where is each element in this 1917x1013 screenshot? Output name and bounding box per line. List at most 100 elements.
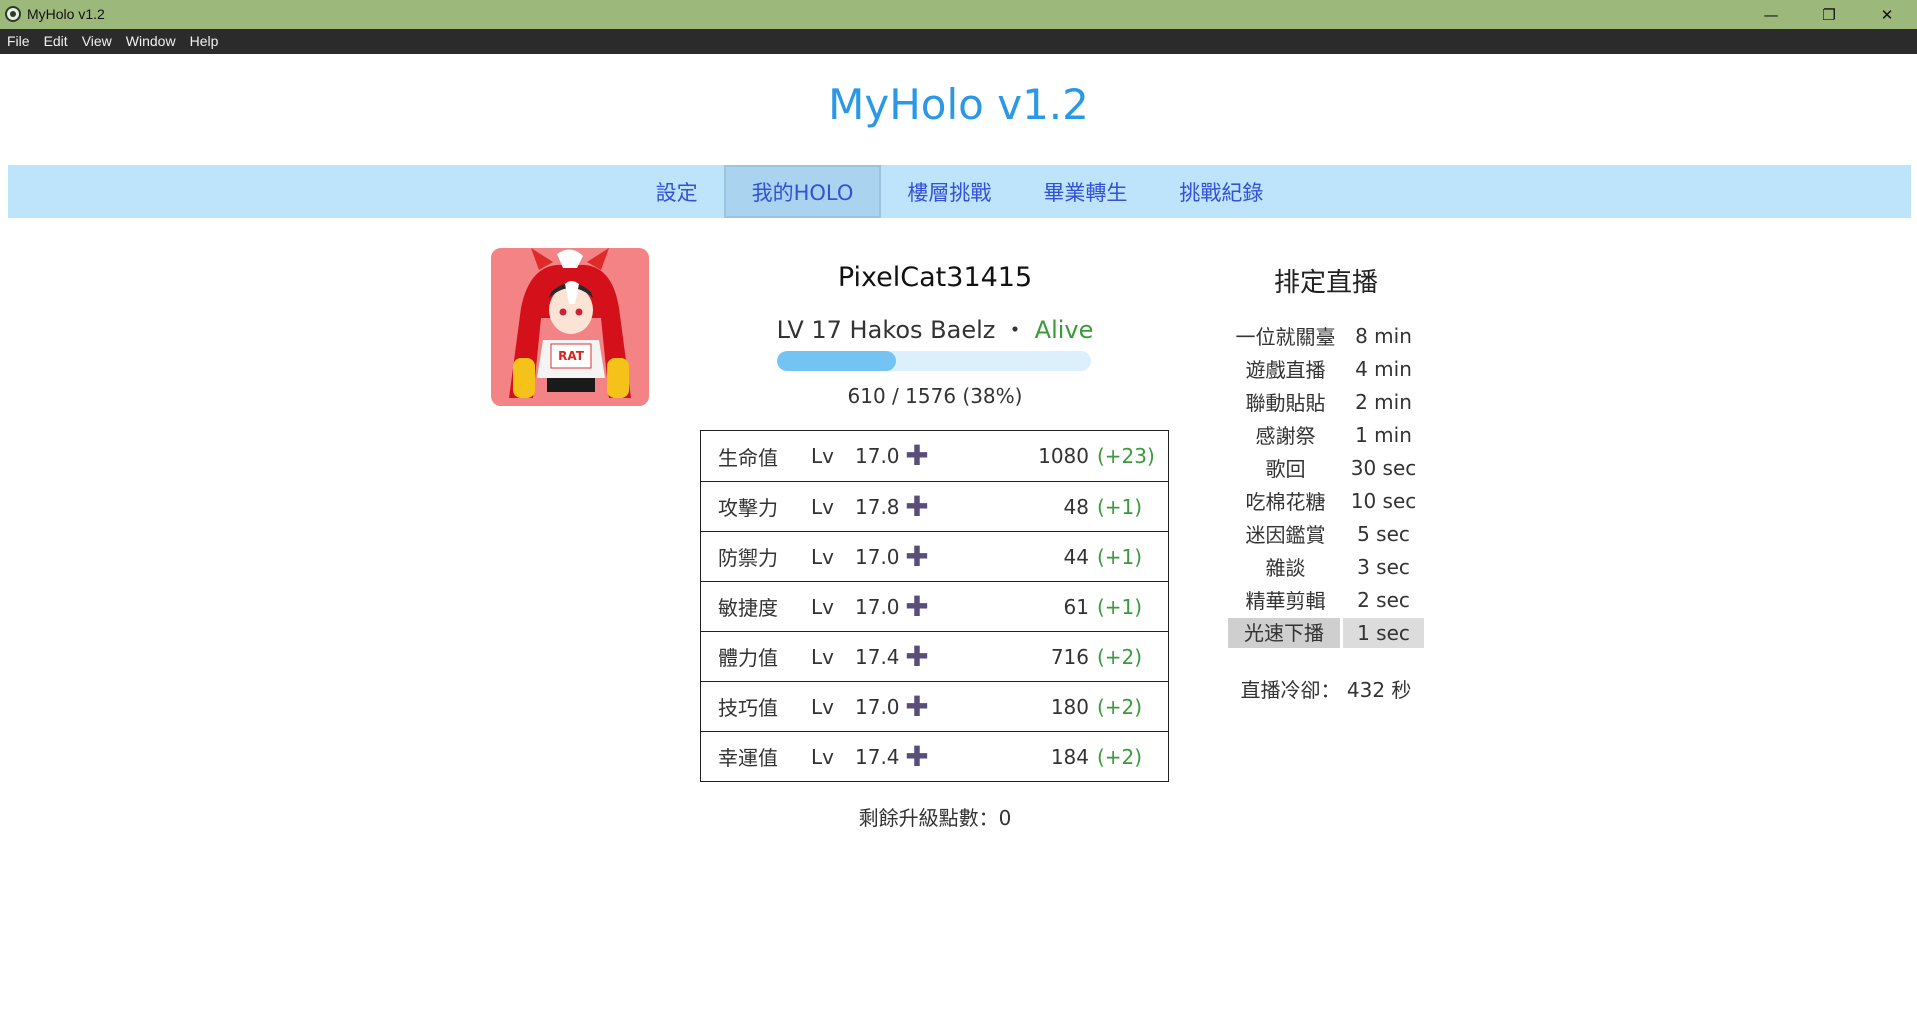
stat-row-sta: 體力值 Lv 17.4 ✚ 716 (+2) bbox=[701, 631, 1168, 681]
menu-view[interactable]: View bbox=[75, 29, 119, 54]
stat-lv-value: 17.0 bbox=[855, 594, 900, 619]
stat-row-luk: 幸運值 Lv 17.4 ✚ 184 (+2) bbox=[701, 731, 1168, 781]
minimize-button[interactable]: — bbox=[1742, 0, 1800, 29]
stat-lv-label: Lv bbox=[811, 694, 834, 719]
schedule-item[interactable]: 歌回 30 sec bbox=[1228, 451, 1424, 484]
plus-icon[interactable]: ✚ bbox=[905, 442, 929, 470]
level-label: LV 17 Hakos Baelz bbox=[776, 316, 996, 344]
stat-value: 180 bbox=[1050, 694, 1089, 719]
stat-lv-value: 17.0 bbox=[855, 544, 900, 569]
menu-bar: File Edit View Window Help bbox=[0, 29, 1917, 54]
stat-name: 技巧值 bbox=[718, 696, 778, 720]
stat-name: 攻擊力 bbox=[718, 496, 778, 520]
tab-my-holo[interactable]: 我的HOLO bbox=[723, 165, 882, 218]
stat-lv-label: Lv bbox=[811, 444, 834, 468]
stats-table: 生命值 Lv 17.0 ✚ 1080 (+23) 攻擊力 Lv 17.8 ✚ 4… bbox=[700, 430, 1169, 782]
maximize-button[interactable]: ❐ bbox=[1800, 0, 1858, 29]
stat-bonus: (+1) bbox=[1097, 494, 1143, 519]
app-icon bbox=[5, 6, 21, 22]
stream-cooldown: 直播冷卻： 432 秒 bbox=[1240, 678, 1412, 702]
tab-graduate-rebirth[interactable]: 畢業轉生 bbox=[1017, 165, 1153, 218]
schedule-list: 一位就關臺 8 min 遊戲直播 4 min 聯動貼貼 2 min 感謝祭 1 … bbox=[1228, 319, 1424, 649]
schedule-item[interactable]: 吃棉花糖 10 sec bbox=[1228, 484, 1424, 517]
status-badge: Alive bbox=[1034, 316, 1094, 344]
schedule-item-time: 8 min bbox=[1355, 323, 1412, 348]
stat-bonus: (+23) bbox=[1097, 444, 1155, 468]
tab-settings[interactable]: 設定 bbox=[630, 165, 724, 218]
schedule-item[interactable]: 聯動貼貼 2 min bbox=[1228, 385, 1424, 418]
remaining-points: 剩餘升級點數：0 bbox=[858, 806, 1012, 830]
schedule-item-time: 1 min bbox=[1355, 422, 1412, 447]
stat-value: 48 bbox=[1063, 494, 1089, 519]
stat-lv-label: Lv bbox=[811, 494, 834, 519]
level-status-line: LV 17 Hakos Baelz ・ Alive bbox=[700, 310, 1170, 345]
schedule-item-time: 10 sec bbox=[1350, 488, 1417, 513]
plus-icon[interactable]: ✚ bbox=[905, 592, 929, 620]
avatar-image: RAT bbox=[491, 248, 649, 406]
schedule-item-time: 5 sec bbox=[1357, 521, 1410, 546]
menu-file[interactable]: File bbox=[0, 29, 37, 54]
stat-lv-label: Lv bbox=[811, 744, 834, 769]
stat-bonus: (+2) bbox=[1097, 644, 1143, 669]
xp-progress-bar bbox=[777, 351, 1091, 371]
stat-value: 61 bbox=[1063, 594, 1089, 619]
plus-icon[interactable]: ✚ bbox=[905, 642, 929, 670]
schedule-item-name: 雜談 bbox=[1265, 556, 1306, 580]
stat-value: 184 bbox=[1050, 744, 1089, 769]
schedule-item-name: 聯動貼貼 bbox=[1245, 391, 1326, 415]
stat-name: 幸運值 bbox=[718, 746, 778, 770]
stat-name: 生命值 bbox=[718, 445, 778, 470]
schedule-item-name: 迷因鑑賞 bbox=[1245, 523, 1326, 547]
stat-value: 716 bbox=[1050, 644, 1089, 669]
schedule-item[interactable]: 一位就關臺 8 min bbox=[1228, 319, 1424, 352]
close-button[interactable]: ✕ bbox=[1858, 0, 1916, 29]
schedule-item-name: 感謝祭 bbox=[1255, 424, 1316, 448]
schedule-title: 排定直播 bbox=[1273, 268, 1378, 298]
character-name: PixelCat31415 bbox=[837, 262, 1033, 293]
stat-lv-value: 17.8 bbox=[855, 494, 900, 519]
tab-challenge-log[interactable]: 挑戰紀錄 bbox=[1153, 165, 1289, 218]
schedule-item[interactable]: 迷因鑑賞 5 sec bbox=[1228, 517, 1424, 550]
window-title: MyHolo v1.2 bbox=[27, 6, 105, 22]
stat-row-hp: 生命值 Lv 17.0 ✚ 1080 (+23) bbox=[701, 431, 1168, 481]
title-bar: MyHolo v1.2 — ❐ ✕ bbox=[0, 0, 1917, 29]
xp-progress-fill bbox=[777, 351, 897, 371]
plus-icon[interactable]: ✚ bbox=[905, 742, 929, 770]
stat-name: 體力值 bbox=[718, 646, 778, 670]
nav-bar: 設定 我的HOLO 樓層挑戰 畢業轉生 挑戰紀錄 bbox=[8, 165, 1911, 218]
stat-lv-label: Lv bbox=[811, 594, 834, 619]
schedule-item-time: 30 sec bbox=[1350, 455, 1417, 480]
schedule-item-name: 光速下播 bbox=[1228, 617, 1340, 648]
schedule-item-time: 4 min bbox=[1355, 356, 1412, 381]
separator: ・ bbox=[1003, 316, 1028, 344]
stat-bonus: (+2) bbox=[1097, 694, 1143, 719]
menu-window[interactable]: Window bbox=[119, 29, 183, 54]
xp-text: 610 / 1576 (38%) bbox=[847, 384, 1023, 408]
stat-row-def: 防禦力 Lv 17.0 ✚ 44 (+1) bbox=[701, 531, 1168, 581]
menu-edit[interactable]: Edit bbox=[37, 29, 75, 54]
stat-bonus: (+1) bbox=[1097, 544, 1143, 569]
stat-value: 1080 bbox=[1038, 444, 1089, 468]
stat-lv-label: Lv bbox=[811, 644, 834, 669]
schedule-item[interactable]: 精華剪輯 2 sec bbox=[1228, 583, 1424, 616]
plus-icon[interactable]: ✚ bbox=[905, 692, 929, 720]
stat-lv-value: 17.4 bbox=[855, 644, 900, 669]
plus-icon[interactable]: ✚ bbox=[905, 492, 929, 520]
stat-row-agi: 敏捷度 Lv 17.0 ✚ 61 (+1) bbox=[701, 581, 1168, 631]
schedule-item[interactable]: 遊戲直播 4 min bbox=[1228, 352, 1424, 385]
tab-floor-challenge[interactable]: 樓層挑戰 bbox=[881, 165, 1017, 218]
schedule-item-name: 吃棉花糖 bbox=[1245, 490, 1326, 514]
schedule-item[interactable]: 感謝祭 1 min bbox=[1228, 418, 1424, 451]
page-title: MyHolo v1.2 bbox=[828, 80, 1089, 129]
schedule-item-time: 2 sec bbox=[1357, 587, 1410, 612]
schedule-item[interactable]: 雜談 3 sec bbox=[1228, 550, 1424, 583]
schedule-item-time: 3 sec bbox=[1357, 554, 1410, 579]
schedule-item-name: 歌回 bbox=[1265, 457, 1306, 481]
stat-lv-value: 17.0 bbox=[855, 444, 900, 468]
schedule-item-name: 遊戲直播 bbox=[1245, 358, 1326, 382]
stat-lv-value: 17.0 bbox=[855, 694, 900, 719]
schedule-item-selected[interactable]: 光速下播 1 sec bbox=[1228, 616, 1424, 649]
stat-bonus: (+1) bbox=[1097, 594, 1143, 619]
plus-icon[interactable]: ✚ bbox=[905, 542, 929, 570]
menu-help[interactable]: Help bbox=[183, 29, 226, 54]
